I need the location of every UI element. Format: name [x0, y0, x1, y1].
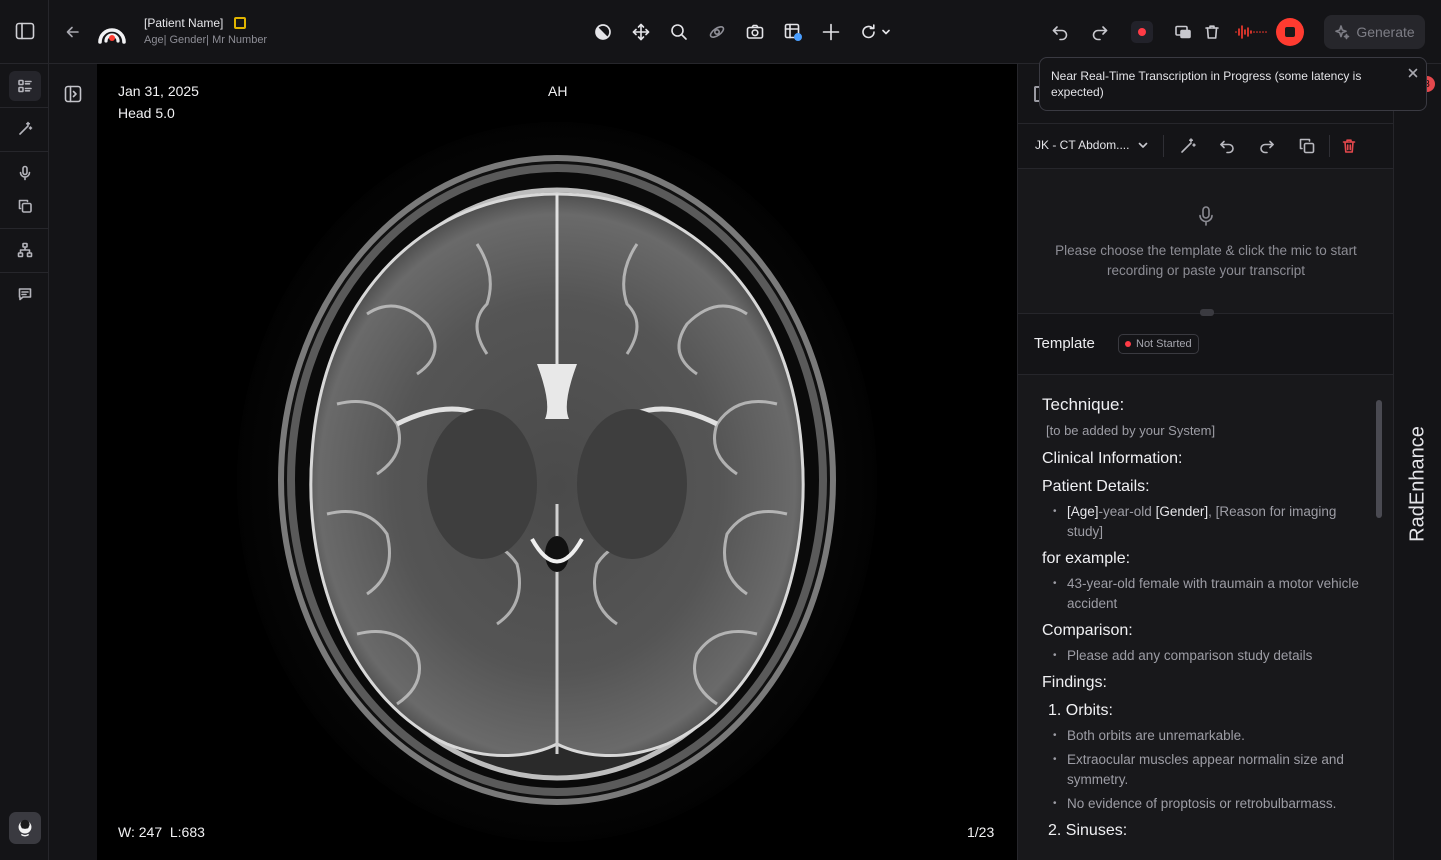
radenhance-strip[interactable]: RadEnhance: [1393, 64, 1441, 860]
close-icon[interactable]: [1407, 67, 1419, 79]
top-bar: [Patient Name] Age| Gender| Mr Number Ge…: [0, 0, 1441, 64]
study-date: Jan 31, 2025: [118, 83, 199, 99]
window-level: W: 247 L:683: [118, 824, 205, 840]
picture-in-picture-icon[interactable]: [1173, 22, 1193, 42]
mri-brain-image: [237, 122, 877, 842]
chevron-down-icon: [1139, 142, 1148, 148]
trash-icon[interactable]: [1202, 22, 1222, 42]
orbits-heading: 1. Orbits:: [1048, 702, 1113, 719]
slice-counter: 1/23: [967, 824, 995, 840]
orientation-label: AH: [548, 83, 568, 99]
magic-wand-icon: [19, 121, 33, 135]
status-badge: Not Started: [1118, 334, 1199, 354]
radenhance-label: RadEnhance: [1406, 426, 1429, 542]
audio-waveform-icon: [1234, 22, 1268, 42]
microphone-icon[interactable]: [1196, 205, 1216, 227]
copy-icon: [18, 199, 32, 213]
copy-button[interactable]: [9, 191, 41, 221]
status-text: Not Started: [1136, 338, 1192, 350]
undo-icon[interactable]: [1050, 22, 1070, 42]
avatar[interactable]: [9, 812, 41, 844]
chat-button[interactable]: [9, 279, 41, 309]
clinical-heading: Clinical Information:: [1042, 450, 1183, 467]
stop-recording-button[interactable]: [1276, 18, 1304, 46]
redo-icon[interactable]: [1090, 22, 1110, 42]
list-item[interactable]: 43-year-old female with traumain a motor…: [1042, 574, 1372, 614]
copy-icon[interactable]: [1298, 137, 1316, 155]
scrollbar[interactable]: [1376, 400, 1382, 518]
delete-icon[interactable]: [1340, 137, 1358, 155]
divider: [1329, 135, 1330, 157]
magic-wand-button[interactable]: [9, 114, 41, 144]
undo-icon[interactable]: [1218, 137, 1236, 155]
template-select[interactable]: JK - CT Abdom....: [1035, 138, 1149, 152]
list-view-button[interactable]: [9, 71, 41, 101]
report-panel: JK - CT Abdom.... Please choose the temp…: [1017, 64, 1394, 860]
toast-message: Near Real-Time Transcription in Progress…: [1051, 69, 1362, 99]
technique-text[interactable]: [to be added by your System]: [1046, 423, 1372, 438]
crosshair-icon[interactable]: [821, 22, 841, 42]
pan-tool-icon[interactable]: [631, 22, 651, 42]
divider: [0, 228, 48, 229]
user-avatar-icon: [18, 819, 32, 837]
recording-hint: Please choose the template & click the m…: [1055, 243, 1357, 278]
findings-heading: Findings:: [1042, 674, 1107, 691]
list-item[interactable]: Please add any comparison study details: [1042, 646, 1372, 666]
recording-area[interactable]: Please choose the template & click the m…: [1018, 169, 1394, 316]
app-window: [Patient Name] Age| Gender| Mr Number Ge…: [0, 0, 1441, 860]
report-toolbar: JK - CT Abdom....: [1018, 124, 1394, 169]
zoom-tool-icon[interactable]: [669, 22, 689, 42]
contrast-tool-icon[interactable]: [593, 22, 613, 42]
chat-icon: [18, 288, 32, 301]
list-item[interactable]: [Age]-year-old [Gender], [Reason for ima…: [1042, 502, 1372, 542]
left-rail: [0, 64, 49, 860]
series-description: Head 5.0: [118, 105, 175, 121]
generate-label: Generate: [1356, 24, 1415, 40]
divider: [0, 151, 48, 152]
sidebar-toggle-icon[interactable]: [14, 20, 36, 42]
hierarchy-button[interactable]: [9, 235, 41, 265]
app-logo: [96, 16, 128, 48]
expand-panel-icon[interactable]: [63, 84, 83, 104]
template-header: Template Not Started: [1018, 314, 1394, 375]
list-item[interactable]: Extraocular muscles appear normalin size…: [1042, 750, 1372, 790]
divider: [0, 272, 48, 273]
patient-name: [Patient Name]: [144, 16, 224, 30]
microphone-icon: [19, 165, 31, 181]
patient-details-heading: Patient Details:: [1042, 478, 1150, 495]
divider: [0, 107, 48, 108]
record-indicator-button[interactable]: [1131, 21, 1153, 43]
patient-meta: Age| Gender| Mr Number: [144, 34, 268, 46]
camera-icon[interactable]: [745, 22, 765, 42]
example-heading: for example:: [1042, 550, 1131, 567]
template-title: Template: [1034, 335, 1095, 352]
list-item[interactable]: Both orbits are unremarkable.: [1042, 726, 1372, 746]
status-dot-icon: [1125, 341, 1131, 347]
divider: [1163, 135, 1164, 157]
rotate-dropdown-icon[interactable]: [859, 22, 893, 42]
comparison-heading: Comparison:: [1042, 622, 1133, 639]
back-arrow-icon[interactable]: [64, 23, 82, 41]
viewer-side-rail: [49, 64, 97, 860]
patient-flag-icon[interactable]: [234, 17, 246, 29]
generate-button[interactable]: Generate: [1324, 15, 1425, 49]
transcription-toast: Near Real-Time Transcription in Progress…: [1039, 57, 1427, 111]
microphone-button[interactable]: [9, 158, 41, 188]
orbit-tool-icon[interactable]: [707, 22, 727, 42]
grid-layout-icon[interactable]: [783, 22, 803, 42]
redo-icon[interactable]: [1258, 137, 1276, 155]
sparkle-icon: [1335, 25, 1350, 40]
image-viewer[interactable]: Jan 31, 2025 Head 5.0 AH W: 247 L:683 1/…: [97, 64, 1017, 860]
technique-heading: Technique:: [1042, 395, 1125, 414]
divider: [48, 0, 49, 64]
list-item[interactable]: No evidence of proptosis or retrobulbarm…: [1042, 794, 1372, 814]
hierarchy-icon: [17, 242, 33, 258]
list-icon: [18, 79, 32, 93]
record-dot-icon: [1138, 28, 1146, 36]
template-select-value: JK - CT Abdom....: [1035, 138, 1130, 152]
sinuses-heading: 2. Sinuses:: [1048, 822, 1128, 839]
magic-wand-icon[interactable]: [1179, 137, 1197, 155]
report-document[interactable]: Technique: [to be added by your System] …: [1018, 375, 1394, 860]
stop-icon: [1285, 27, 1295, 37]
